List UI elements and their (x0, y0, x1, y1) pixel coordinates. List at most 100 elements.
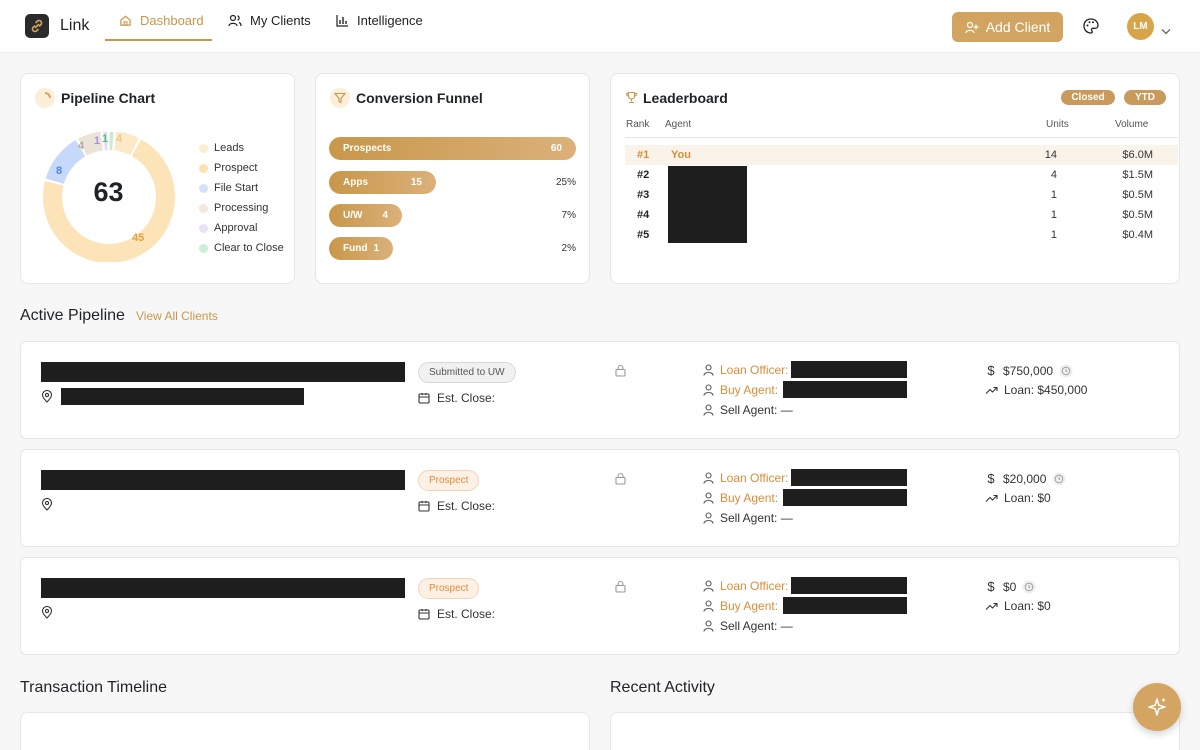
segment-label-leads: 4 (116, 133, 123, 145)
lock-icon[interactable] (614, 472, 627, 490)
loan-officer-line: Loan Officer: (703, 363, 788, 377)
legend-label: Processing (214, 202, 269, 214)
header-rank: Rank (626, 119, 650, 130)
pipeline-chart-card: Pipeline Chart 63 4 1 1 4 8 45 Leads Pro… (20, 73, 295, 284)
loan-line: Loan: $0 (985, 599, 1051, 613)
clock-icon[interactable] (1052, 472, 1066, 486)
pie-icon (35, 88, 55, 108)
legend-item: Clear to Close (199, 238, 284, 258)
funnel-stage-name: U/W (343, 210, 363, 221)
sell-agent-line: Sell Agent: — (703, 619, 793, 633)
client-card[interactable]: Submitted to UW Est. Close: Loan Officer… (20, 341, 1180, 439)
loan-officer-line: Loan Officer: (703, 471, 788, 485)
est-close: Est. Close: (418, 499, 495, 513)
client-card[interactable]: Prospect Est. Close: Loan Officer: Buy A… (20, 449, 1180, 547)
funnel-bar-uw[interactable]: U/W 4 (329, 204, 402, 227)
legend-label: File Start (214, 182, 259, 194)
calendar-icon (418, 393, 430, 404)
funnel-stage-pct: 2% (561, 243, 576, 254)
legend-dot (199, 163, 208, 173)
status-badge: Prospect (418, 578, 480, 599)
lock-icon[interactable] (614, 364, 627, 382)
client-card[interactable]: Prospect Est. Close: Loan Officer: Buy A… (20, 557, 1180, 655)
legend-dot (199, 203, 208, 213)
tab-label: Dashboard (140, 13, 204, 28)
link-logo-icon[interactable] (25, 14, 49, 38)
est-close-label: Est. Close: (437, 391, 496, 405)
redacted-loan-officer (791, 469, 907, 486)
dollar-icon: $ (987, 471, 995, 486)
ytd-filter-button[interactable]: YTD (1124, 90, 1166, 105)
trending-up-icon (985, 602, 998, 610)
card-title: Conversion Funnel (356, 90, 483, 106)
funnel-bar-apps[interactable]: Apps 15 (329, 171, 436, 194)
active-tab-indicator (105, 39, 212, 41)
clock-icon[interactable] (1059, 364, 1073, 378)
divider (625, 137, 1178, 138)
funnel-stage-count: 15 (410, 177, 422, 188)
lock-icon[interactable] (614, 580, 627, 598)
tab-intelligence[interactable]: Intelligence (336, 0, 423, 41)
funnel-bar-prospects[interactable]: Prospects 60 (329, 137, 576, 160)
closed-filter-button[interactable]: Closed (1061, 90, 1115, 105)
sell-agent-line: Sell Agent: — (703, 403, 793, 417)
palette-icon[interactable] (1082, 17, 1100, 40)
add-client-button[interactable]: Add Client (952, 12, 1063, 42)
buy-agent-line: Buy Agent: (703, 599, 778, 613)
price-value: $750,000 (1003, 363, 1054, 378)
loan-value: Loan: $450,000 (1004, 383, 1088, 397)
header-agent: Agent (665, 119, 692, 130)
loan-officer-label: Loan Officer: (720, 471, 789, 485)
ai-assistant-button[interactable] (1133, 683, 1181, 731)
redacted-client-name (41, 362, 405, 382)
transaction-timeline-card (20, 712, 590, 750)
legend-label: Leads (214, 142, 244, 154)
agent-name: You (671, 149, 691, 161)
recent-activity-card (610, 712, 1180, 750)
tab-my-clients[interactable]: My Clients (228, 0, 311, 41)
header-volume: Volume (1115, 119, 1149, 130)
active-pipeline-title: Active Pipeline (20, 307, 125, 324)
redacted-client-name (41, 578, 405, 598)
funnel-bar-fund[interactable]: Fund 1 (329, 237, 393, 260)
tab-dashboard[interactable]: Dashboard (119, 0, 204, 41)
user-icon (703, 580, 714, 592)
loan-line: Loan: $450,000 (985, 383, 1087, 397)
legend-dot (199, 243, 208, 253)
pipeline-legend: Leads Prospect File Start Processing App… (199, 138, 284, 258)
card-title: Leaderboard (643, 90, 728, 106)
clock-icon[interactable] (1022, 580, 1036, 594)
units: 14 (1044, 149, 1057, 161)
price-line: $ $750,000 (985, 363, 1073, 378)
buy-agent-line: Buy Agent: (703, 383, 778, 397)
legend-dot (199, 183, 208, 193)
users-icon (228, 14, 242, 27)
redacted-buy-agent (783, 489, 907, 506)
funnel-stage-count: 1 (373, 243, 379, 254)
donut-segment-clear-to-close[interactable] (109, 132, 114, 151)
leaderboard-row[interactable]: #1 You 14 $6.0M (625, 145, 1178, 165)
est-close: Est. Close: (418, 391, 495, 405)
user-icon (703, 492, 714, 504)
legend-item: Prospect (199, 158, 284, 178)
trending-up-icon (985, 494, 998, 502)
legend-label: Prospect (214, 162, 258, 174)
user-icon (703, 384, 714, 396)
user-avatar[interactable]: LM (1127, 13, 1154, 40)
rank: #1 (637, 149, 650, 161)
price-value: $20,000 (1003, 471, 1047, 486)
segment-label-approval: 1 (94, 135, 101, 147)
pipeline-total: 63 (93, 177, 124, 207)
user-icon (703, 404, 714, 416)
buy-agent-line: Buy Agent: (703, 491, 778, 505)
legend-dot (199, 143, 208, 153)
trending-up-icon (985, 386, 998, 394)
view-all-clients-link[interactable]: View All Clients (136, 309, 218, 323)
leaderboard-card: Leaderboard Closed YTD Rank Agent Units … (610, 73, 1180, 284)
segment-label-processing: 4 (78, 140, 85, 152)
segment-label-file-start: 8 (56, 165, 63, 177)
tab-label: My Clients (250, 13, 311, 28)
funnel-stage-pct: 25% (555, 177, 576, 188)
top-nav: Link Dashboard My Clients Intelligence A… (0, 0, 1200, 53)
chevron-down-icon[interactable] (1161, 22, 1171, 40)
